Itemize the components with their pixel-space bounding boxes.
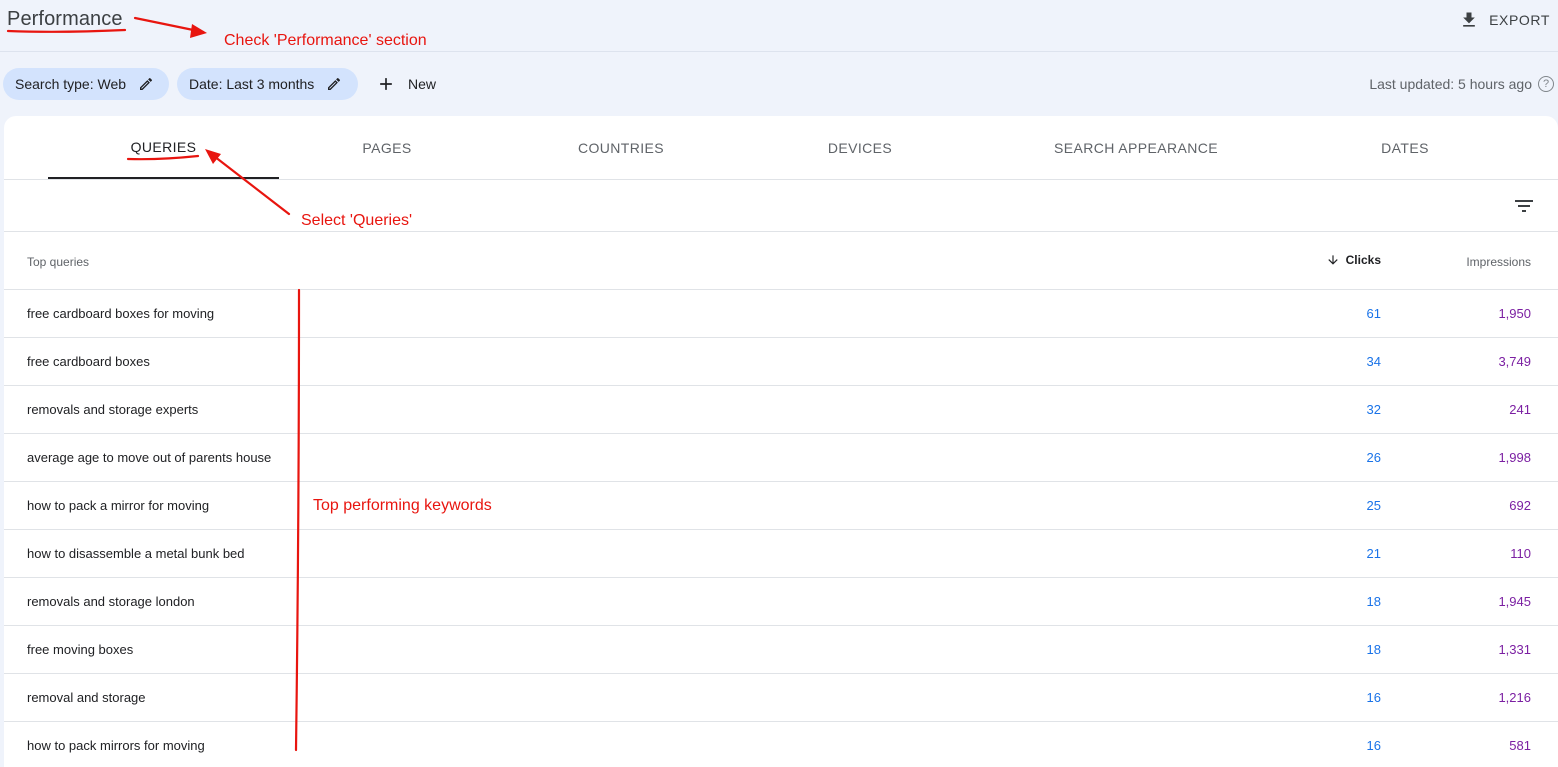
annotation-queries-note: Select 'Queries' [301, 212, 413, 229]
export-button[interactable]: EXPORT [1459, 8, 1550, 32]
clicks-cell: 16 [1366, 738, 1381, 753]
help-circle-icon[interactable]: ? [1538, 76, 1554, 92]
table-row[interactable]: removal and storage 16 1,216 [4, 674, 1558, 722]
impressions-cell: 241 [1509, 402, 1531, 417]
column-header-clicks[interactable]: Clicks [1326, 253, 1381, 267]
new-filter-button[interactable]: New [376, 68, 436, 100]
query-cell: how to pack a mirror for moving [27, 498, 210, 513]
date-range-label: Date: Last 3 months [189, 76, 315, 92]
last-updated: Last updated: 5 hours ago ? [1369, 68, 1554, 100]
clicks-cell: 25 [1366, 498, 1381, 513]
query-cell: free cardboard boxes for moving [27, 306, 215, 321]
table-row[interactable]: how to pack a mirror for moving 25 692 [4, 482, 1558, 530]
query-cell: free moving boxes [27, 642, 134, 657]
clicks-cell: 34 [1366, 354, 1381, 369]
clicks-cell: 26 [1366, 450, 1381, 465]
table-header: Top queries Clicks Impressions [4, 232, 1558, 290]
search-type-label: Search type: Web [15, 76, 127, 92]
tab-countries[interactable]: COUNTRIES [541, 116, 701, 179]
search-type-chip[interactable]: Search type: Web [3, 68, 169, 100]
queries-table: Top queries Clicks Impressions free card… [4, 232, 1558, 767]
report-card: QUERIES PAGES COUNTRIES DEVICES SEARCH A… [4, 116, 1558, 767]
performance-page: Performance EXPORT Search type: Web Date… [0, 0, 1558, 767]
clicks-cell: 61 [1366, 306, 1381, 321]
table-body: free cardboard boxes for moving 61 1,950 fr… [4, 290, 1558, 767]
dimension-tabs: QUERIES PAGES COUNTRIES DEVICES SEARCH A… [4, 116, 1558, 180]
pencil-icon [140, 77, 153, 90]
impressions-cell: 692 [1509, 498, 1531, 513]
download-icon [1463, 12, 1475, 27]
impressions-cell: 1,331 [1498, 642, 1531, 657]
annotation-keywords-note: Top performing keywords [313, 497, 492, 514]
impressions-cell: 1,945 [1498, 594, 1531, 609]
table-toolbar [4, 180, 1558, 232]
filter-list-icon[interactable] [1512, 194, 1536, 218]
clicks-cell: 32 [1366, 402, 1381, 417]
tab-devices[interactable]: DEVICES [780, 116, 940, 179]
impressions-cell: 1,998 [1498, 450, 1531, 465]
impressions-cell: 1,216 [1498, 690, 1531, 705]
table-row[interactable]: free cardboard boxes 34 3,749 [4, 338, 1558, 386]
new-filter-label: New [408, 76, 437, 92]
tab-search-appearance[interactable]: SEARCH APPEARANCE [1036, 116, 1236, 179]
table-row[interactable]: how to disassemble a metal bunk bed 21 110 [4, 530, 1558, 578]
pencil-icon [328, 77, 341, 90]
impressions-cell: 1,950 [1498, 306, 1531, 321]
table-row[interactable]: free moving boxes 18 1,331 [4, 626, 1558, 674]
impressions-cell: 110 [1510, 546, 1531, 561]
query-cell: removals and storage london [27, 594, 195, 609]
tab-pages[interactable]: PAGES [307, 116, 467, 179]
tab-queries[interactable]: QUERIES [48, 116, 279, 179]
table-row[interactable]: removals and storage experts 32 241 [4, 386, 1558, 434]
last-updated-text: Last updated: 5 hours ago [1369, 76, 1532, 92]
table-row[interactable]: average age to move out of parents house… [4, 434, 1558, 482]
clicks-cell: 18 [1366, 642, 1381, 657]
filter-bar: Search type: Web Date: Last 3 months New… [0, 68, 1558, 100]
clicks-cell: 18 [1366, 594, 1381, 609]
column-header-impressions[interactable]: Impressions [1466, 255, 1531, 269]
clicks-header-label: Clicks [1345, 253, 1381, 267]
clicks-cell: 21 [1366, 546, 1381, 561]
table-row[interactable]: how to pack mirrors for moving 16 581 [4, 722, 1558, 767]
date-range-chip[interactable]: Date: Last 3 months [177, 68, 358, 100]
query-cell: average age to move out of parents house [27, 450, 272, 465]
impressions-cell: 581 [1509, 738, 1531, 753]
page-title: Performance [7, 8, 123, 30]
query-cell: removal and storage [27, 690, 146, 705]
clicks-cell: 16 [1366, 690, 1381, 705]
query-cell: free cardboard boxes [27, 354, 150, 369]
table-row[interactable]: removals and storage london 18 1,945 [4, 578, 1558, 626]
arrow-down-icon [1327, 255, 1338, 265]
annotation-performance-note: Check 'Performance' section [224, 32, 427, 49]
column-header-queries: Top queries [27, 255, 90, 269]
impressions-cell: 3,749 [1498, 354, 1531, 369]
export-label: EXPORT [1489, 12, 1550, 28]
plus-icon [380, 78, 392, 90]
query-cell: removals and storage experts [27, 402, 199, 417]
query-cell: how to pack mirrors for moving [27, 738, 205, 753]
query-cell: how to disassemble a metal bunk bed [27, 546, 245, 561]
table-row[interactable]: free cardboard boxes for moving 61 1,950 [4, 290, 1558, 338]
tab-dates[interactable]: DATES [1325, 116, 1485, 179]
